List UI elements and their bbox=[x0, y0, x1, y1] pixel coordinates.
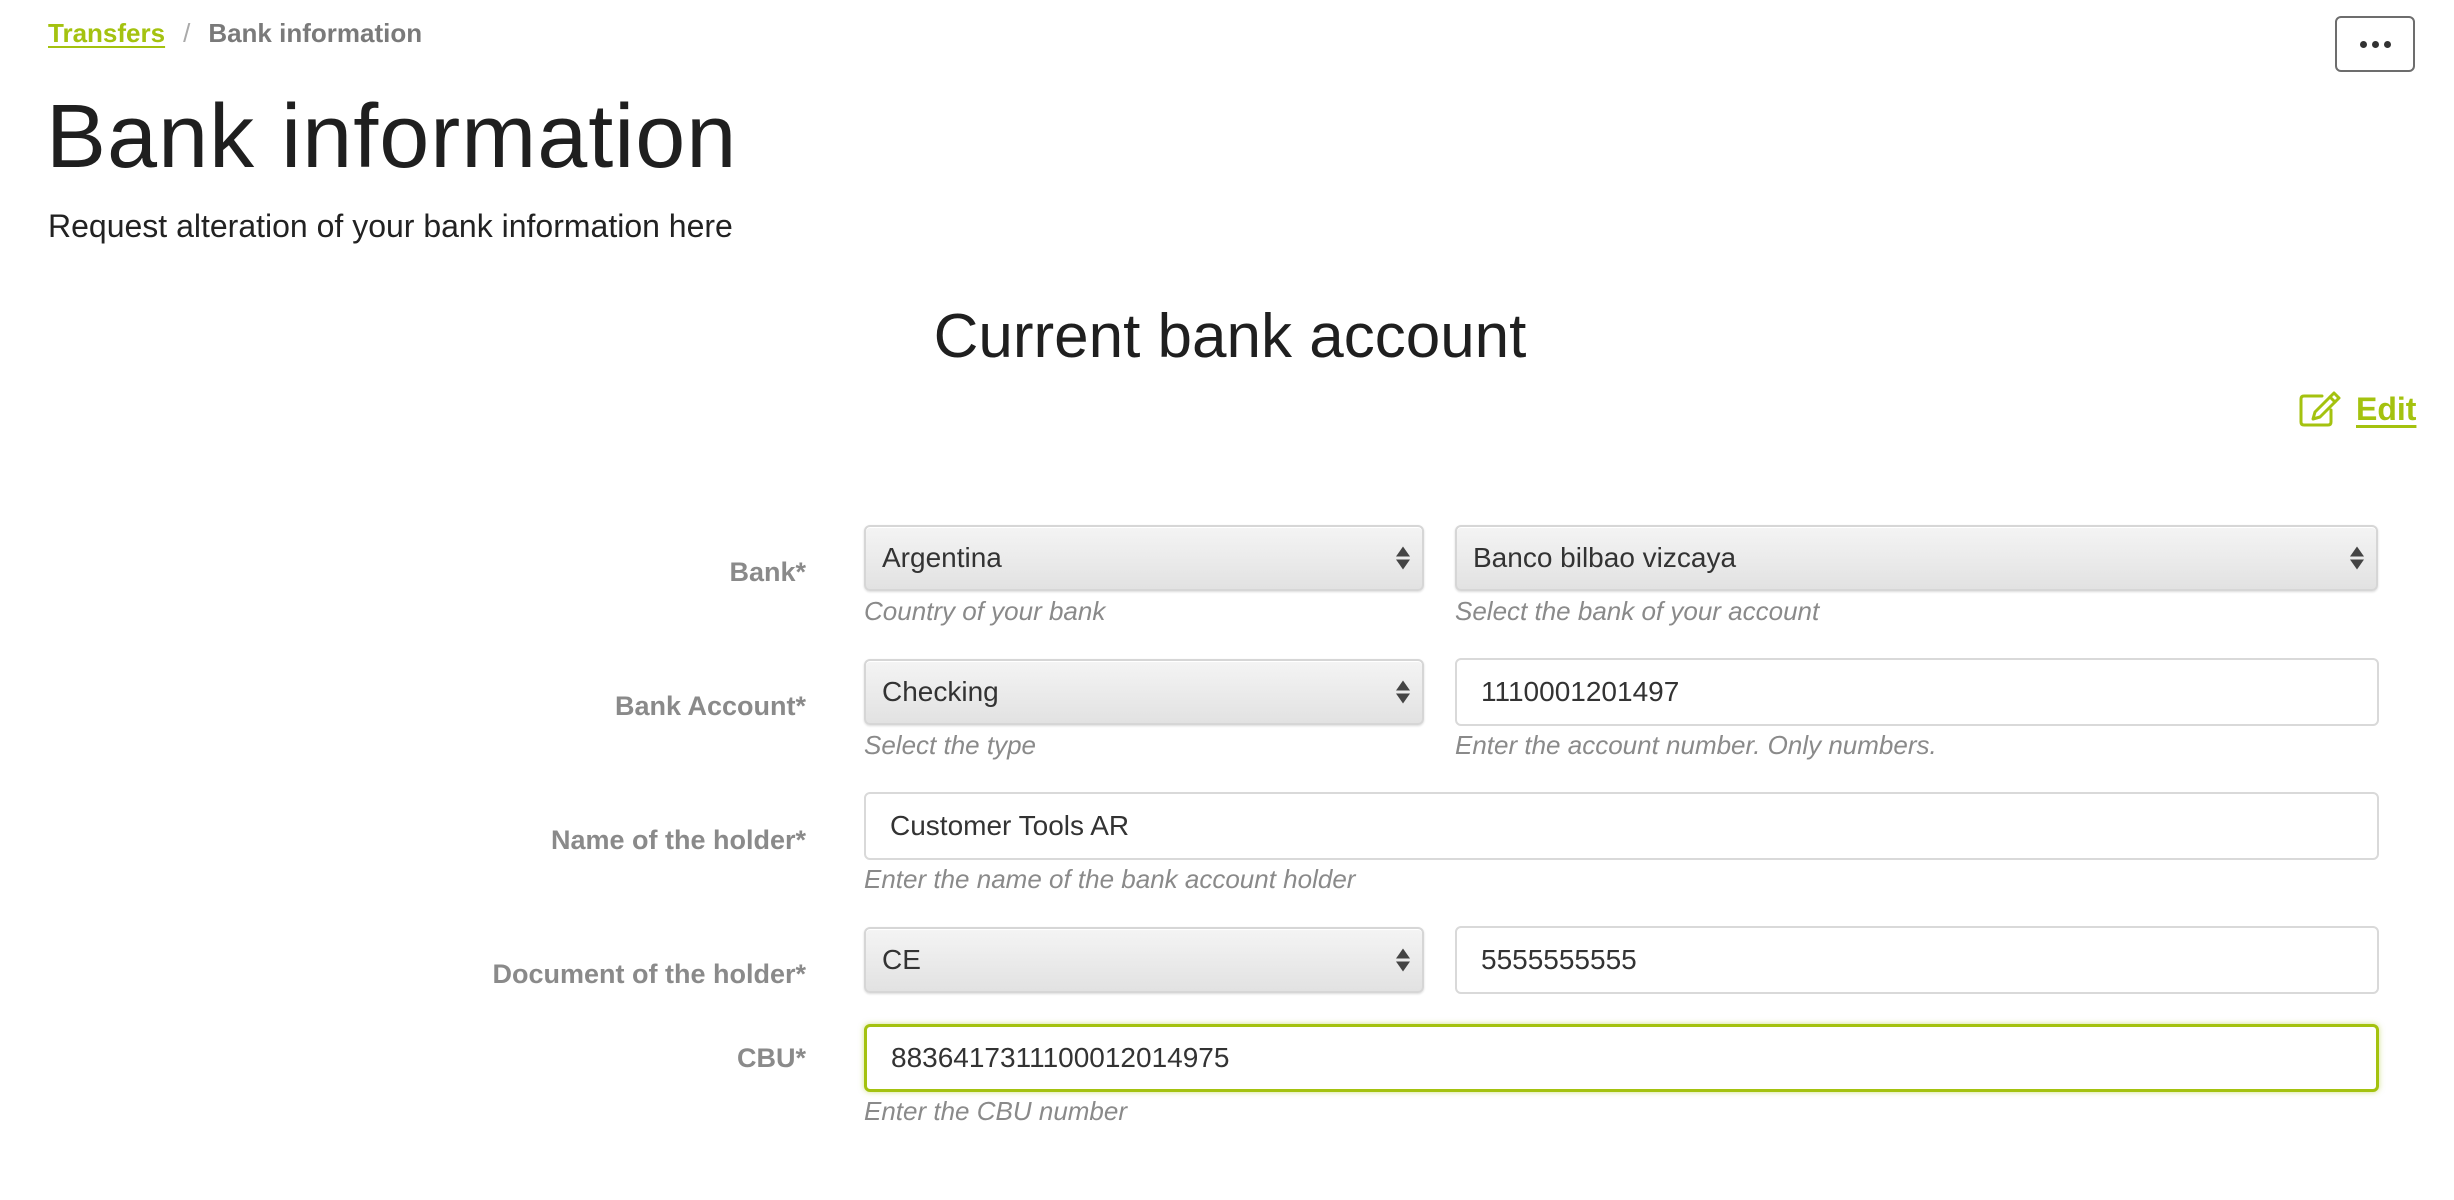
holder-name-input[interactable]: Customer Tools AR bbox=[864, 792, 2379, 860]
ellipsis-icon bbox=[2359, 40, 2391, 48]
bank-country-value: Argentina bbox=[882, 542, 1002, 573]
bank-account-label: Bank Account* bbox=[614, 691, 806, 721]
cbu-label: CBU* bbox=[736, 1043, 806, 1073]
cbu-input[interactable]: 8836417311100012014975 bbox=[864, 1024, 2379, 1092]
section-title: Current bank account bbox=[933, 302, 1527, 371]
select-arrows-icon bbox=[1396, 546, 1410, 570]
bank-country-select[interactable]: Argentina bbox=[864, 525, 1424, 591]
holder-name-value: Customer Tools AR bbox=[890, 810, 1130, 841]
account-type-help: Select the type bbox=[864, 730, 1036, 760]
select-arrows-icon bbox=[1396, 948, 1410, 972]
breadcrumb-separator: / bbox=[183, 18, 191, 48]
cbu-value: 8836417311100012014975 bbox=[891, 1042, 1230, 1073]
edit-link[interactable]: Edit bbox=[2298, 390, 2416, 428]
bank-label: Bank* bbox=[729, 557, 806, 587]
cbu-help: Enter the CBU number bbox=[864, 1096, 1128, 1126]
page-subtitle: Request alteration of your bank informat… bbox=[48, 208, 733, 244]
edit-icon bbox=[2299, 391, 2341, 427]
account-number-help: Enter the account number. Only numbers. bbox=[1455, 730, 1937, 760]
account-number-input[interactable]: 1110001201497 bbox=[1455, 658, 2379, 726]
bank-country-help: Country of your bank bbox=[864, 596, 1106, 626]
select-arrows-icon bbox=[1396, 680, 1410, 704]
holder-name-label: Name of the holder* bbox=[550, 825, 806, 855]
breadcrumb-transfers-link[interactable]: Transfers bbox=[48, 18, 165, 49]
bank-name-select[interactable]: Banco bilbao vizcaya bbox=[1455, 525, 2378, 591]
account-type-select[interactable]: Checking bbox=[864, 659, 1424, 725]
select-arrows-icon bbox=[2350, 546, 2364, 570]
document-type-value: CE bbox=[882, 944, 921, 975]
page-title: Bank information bbox=[46, 87, 738, 187]
bank-name-help: Select the bank of your account bbox=[1455, 596, 1820, 626]
document-label: Document of the holder* bbox=[492, 959, 806, 989]
edit-label: Edit bbox=[2356, 390, 2417, 427]
breadcrumb: Transfers / Bank information bbox=[48, 18, 422, 49]
account-type-value: Checking bbox=[882, 676, 999, 707]
holder-name-help: Enter the name of the bank account holde… bbox=[864, 864, 1356, 894]
bank-name-value: Banco bilbao vizcaya bbox=[1473, 542, 1737, 573]
more-options-button[interactable] bbox=[2335, 16, 2415, 72]
document-type-select[interactable]: CE bbox=[864, 927, 1424, 993]
document-number-input[interactable]: 5555555555 bbox=[1455, 926, 2379, 994]
account-number-value: 1110001201497 bbox=[1481, 676, 1680, 707]
breadcrumb-current: Bank information bbox=[208, 18, 423, 48]
document-number-value: 5555555555 bbox=[1481, 944, 1637, 975]
